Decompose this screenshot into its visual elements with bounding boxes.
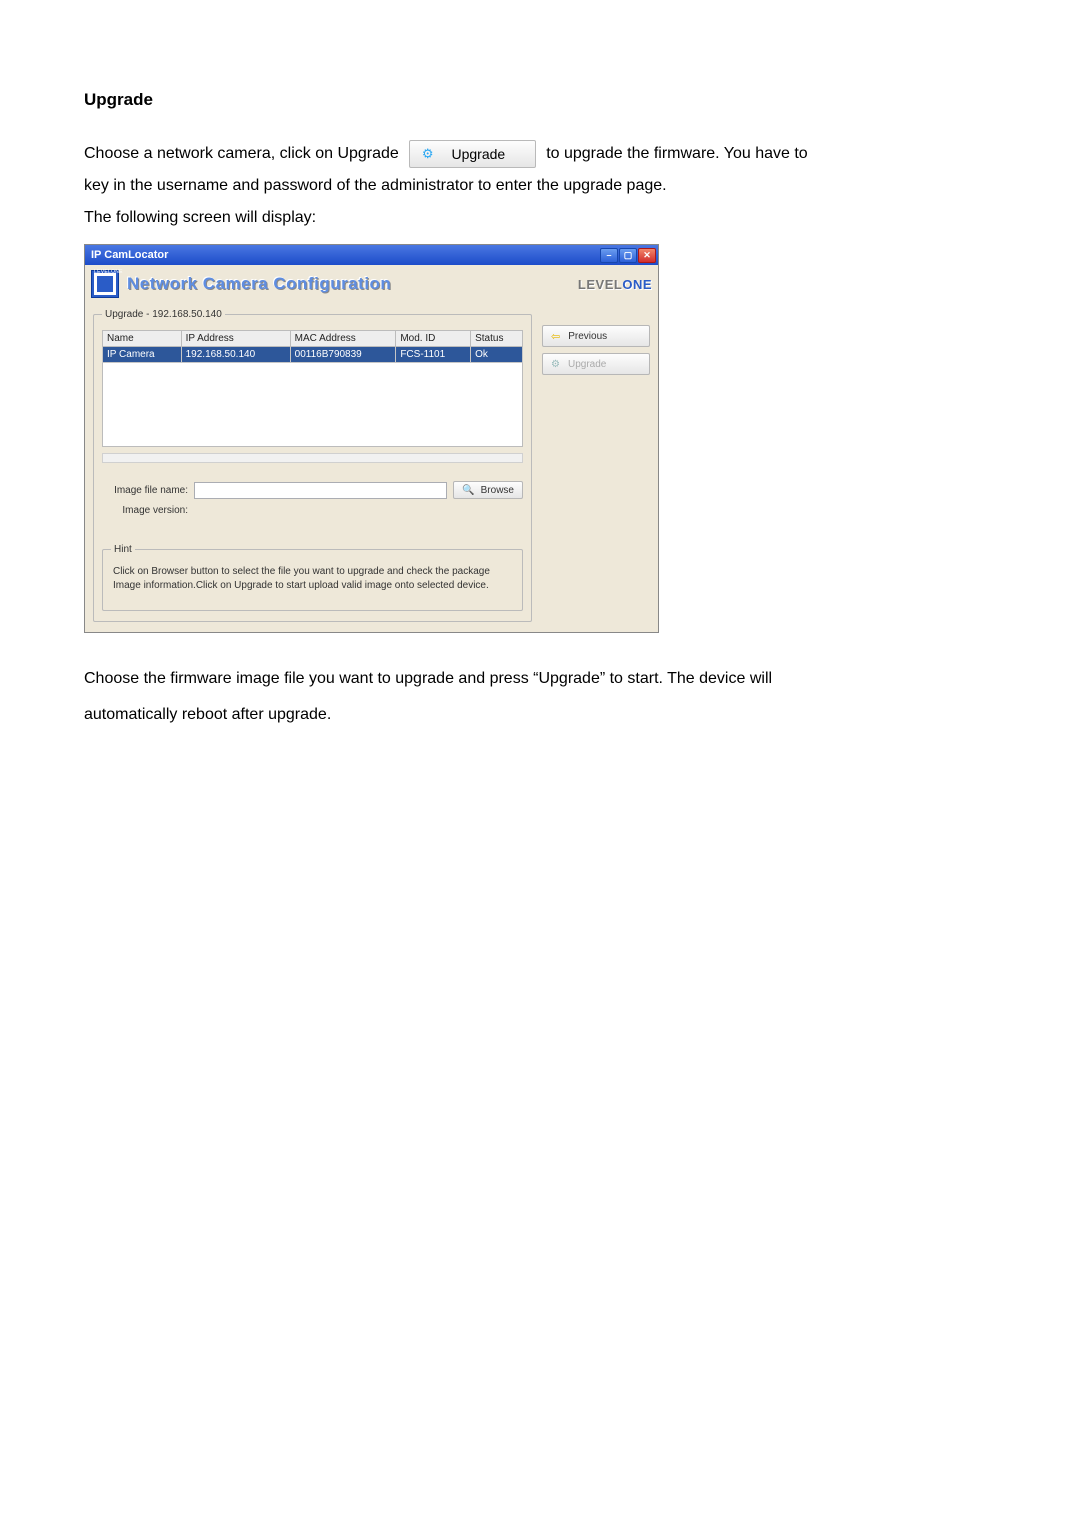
upgrade-button[interactable]: ⚙ Upgrade — [542, 353, 650, 375]
maximize-button[interactable]: ▢ — [619, 248, 637, 263]
intro-paragraph-1: Choose a network camera, click on Upgrad… — [84, 138, 996, 170]
col-modid: Mod. ID — [396, 331, 471, 347]
col-name: Name — [103, 331, 182, 347]
upgrade-inline-label: Upgrade — [451, 140, 505, 168]
previous-button[interactable]: ⇦ Previous — [542, 325, 650, 347]
section-heading: Upgrade — [84, 90, 996, 110]
intro-text-after: to upgrade the firmware. You have to — [546, 138, 808, 170]
col-mac: MAC Address — [290, 331, 396, 347]
col-ip: IP Address — [181, 331, 290, 347]
image-version-row: Image version: — [102, 505, 523, 516]
image-file-row: Image file name: 🔍 Browse — [102, 481, 523, 499]
cell-modid: FCS-1101 — [396, 347, 471, 363]
image-file-input[interactable] — [194, 482, 447, 499]
table-row[interactable]: IP Camera 192.168.50.140 00116B790839 FC… — [103, 347, 523, 363]
cell-name: IP Camera — [103, 347, 182, 363]
cell-status: Ok — [471, 347, 523, 363]
hint-text: Click on Browser button to select the fi… — [111, 563, 514, 602]
table-header-row: Name IP Address MAC Address Mod. ID Stat… — [103, 331, 523, 347]
scrollbar-placeholder[interactable] — [102, 453, 523, 463]
upgrade-fieldset: Upgrade - 192.168.50.140 Name IP Address… — [93, 309, 532, 622]
arrow-left-icon: ⇦ — [551, 330, 560, 343]
outro-line-2: automatically reboot after upgrade. — [84, 699, 996, 731]
outro-line-1: Choose the firmware image file you want … — [84, 663, 996, 695]
window-title: IP CamLocator — [91, 249, 168, 261]
intro-text-before: Choose a network camera, click on Upgrad… — [84, 138, 399, 170]
close-button[interactable]: ✕ — [638, 248, 656, 263]
device-table: Name IP Address MAC Address Mod. ID Stat… — [102, 330, 523, 363]
intro-paragraph-2: key in the username and password of the … — [84, 170, 996, 202]
upgrade-inline-button: ⚙ Upgrade — [409, 140, 536, 168]
gear-icon: ⚙ — [422, 141, 434, 167]
hint-legend: Hint — [111, 544, 135, 555]
col-status: Status — [471, 331, 523, 347]
brand-logo: LEVELONE — [91, 270, 119, 298]
magnifier-icon: 🔍 — [462, 485, 474, 496]
upgrade-legend: Upgrade - 192.168.50.140 — [102, 309, 225, 320]
cell-ip: 192.168.50.140 — [181, 347, 290, 363]
banner: LEVELONE Network Camera Configuration LE… — [85, 265, 658, 303]
gear-icon: ⚙ — [551, 359, 560, 370]
app-window: IP CamLocator – ▢ ✕ LEVELONE Network Cam… — [84, 244, 659, 633]
table-empty-area — [102, 363, 523, 447]
hint-fieldset: Hint Click on Browser button to select t… — [102, 544, 523, 611]
window-titlebar: IP CamLocator – ▢ ✕ — [85, 245, 658, 265]
intro-paragraph-3: The following screen will display: — [84, 202, 996, 234]
brand-logo-text: LEVELONE — [94, 269, 123, 275]
image-file-label: Image file name: — [102, 485, 188, 496]
minimize-button[interactable]: – — [600, 248, 618, 263]
upgrade-label: Upgrade — [568, 359, 606, 370]
brand-prefix: LEVEL — [578, 277, 622, 292]
browse-button[interactable]: 🔍 Browse — [453, 481, 523, 499]
previous-label: Previous — [568, 331, 607, 342]
brand-suffix: ONE — [622, 277, 652, 292]
banner-title: Network Camera Configuration — [127, 274, 391, 294]
brand-text: LEVELONE — [578, 277, 652, 292]
image-version-label: Image version: — [102, 505, 188, 516]
browse-label: Browse — [481, 485, 514, 496]
cell-mac: 00116B790839 — [290, 347, 396, 363]
window-controls: – ▢ ✕ — [600, 248, 656, 263]
